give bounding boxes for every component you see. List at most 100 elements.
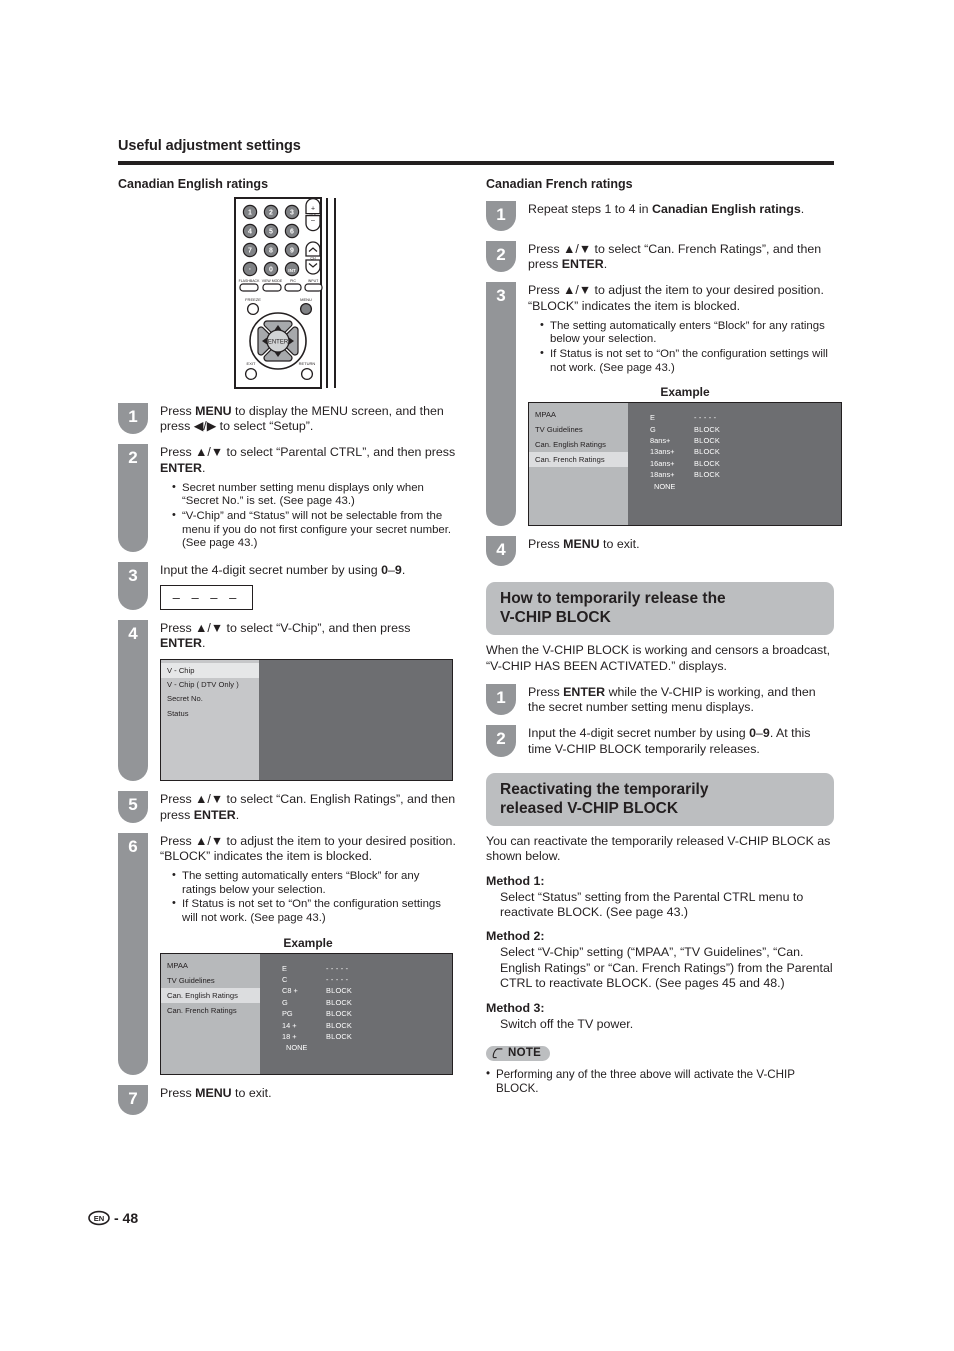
svg-text:INT: INT bbox=[288, 268, 296, 273]
category-item[interactable]: Can. French Ratings bbox=[161, 1003, 260, 1018]
svg-text:EXIT: EXIT bbox=[247, 361, 256, 366]
menu-item[interactable]: Status bbox=[161, 706, 259, 720]
step-number-badge: 3 bbox=[118, 561, 148, 610]
rating-row[interactable]: 14 + BLOCK bbox=[282, 1020, 452, 1031]
rating-row[interactable]: 18ans+ BLOCK bbox=[650, 469, 841, 480]
rating-row[interactable]: NONE bbox=[650, 481, 841, 492]
bullet-item: If Status is not set to “On” the configu… bbox=[540, 347, 842, 375]
release-title-line2: V-CHIP BLOCK bbox=[500, 609, 611, 627]
bullet-item: “V-Chip” and “Status” will not be select… bbox=[172, 509, 456, 551]
svg-text:VIEW MODE: VIEW MODE bbox=[262, 279, 283, 283]
release-intro-text: When the V-CHIP BLOCK is working and cen… bbox=[486, 643, 831, 673]
rating-row[interactable]: 13ans+ BLOCK bbox=[650, 446, 841, 457]
page-footer: EN - 48 bbox=[88, 1210, 138, 1226]
ratings-category-list: MPAA TV Guidelines Can. English Ratings Can… bbox=[529, 403, 628, 526]
step-body: Press ▲/▼ to select “Can. French Ratings… bbox=[516, 241, 834, 272]
rating-row[interactable]: 16ans+ BLOCK bbox=[650, 458, 841, 469]
method-3-body: Switch off the TV power. bbox=[500, 1016, 634, 1031]
svg-text:INPUT: INPUT bbox=[308, 279, 319, 283]
method-1-body: Select “Status” setting from the Parenta… bbox=[500, 889, 804, 920]
secret-number-input[interactable]: – – – – bbox=[160, 584, 253, 610]
rating-name: E bbox=[282, 963, 287, 973]
category-item[interactable]: TV Guidelines bbox=[529, 422, 628, 437]
rating-row[interactable]: PG BLOCK bbox=[282, 1008, 452, 1019]
rating-name: 18 + bbox=[282, 1032, 297, 1042]
step-body: Press ▲/▼ to adjust the item to your des… bbox=[148, 833, 456, 1075]
ratings-category-list: MPAA TV Guidelines Can. English Ratings Can… bbox=[161, 953, 260, 1074]
rating-name: NONE bbox=[286, 1043, 308, 1053]
rating-row[interactable]: E- - - - - bbox=[650, 412, 841, 423]
rating-value: BLOCK bbox=[694, 447, 721, 457]
category-item[interactable]: TV Guidelines bbox=[161, 973, 260, 988]
step-number-badge: 6 bbox=[118, 832, 148, 1075]
bullet-item: The setting automatically enters “Block”… bbox=[172, 869, 456, 897]
step-instruction: Press MENU to exit. bbox=[528, 537, 640, 552]
category-item[interactable]: Can. French Ratings bbox=[529, 452, 628, 468]
menu-item[interactable]: V - Chip bbox=[161, 663, 259, 678]
pencil-icon bbox=[492, 1047, 503, 1058]
step-number-badge: 2 bbox=[118, 444, 148, 552]
step-instruction: Repeat steps 1 to 4 in Canadian English … bbox=[528, 202, 805, 216]
menu-item[interactable]: Secret No. bbox=[161, 692, 259, 706]
category-item[interactable]: Can. English Ratings bbox=[161, 987, 260, 1003]
svg-text:FLASHBACK: FLASHBACK bbox=[239, 279, 260, 283]
step-number-badge: 1 bbox=[486, 201, 516, 231]
rating-row[interactable]: G BLOCK bbox=[650, 424, 841, 435]
rating-row[interactable]: NONE bbox=[282, 1042, 452, 1053]
method-3-heading: Method 3: bbox=[486, 1000, 545, 1015]
step-body: Press ▲/▼ to select “Parental CTRL”, and… bbox=[148, 444, 456, 551]
bullet-item: Performing any of the three above will a… bbox=[486, 1067, 834, 1096]
rating-row[interactable]: 18 + BLOCK bbox=[282, 1031, 452, 1042]
rating-value bbox=[326, 1042, 386, 1053]
svg-text:MENU: MENU bbox=[300, 297, 312, 302]
rating-value: - - - - - bbox=[326, 974, 349, 984]
category-item[interactable]: MPAA bbox=[161, 958, 260, 973]
rating-row[interactable]: C- - - - - bbox=[282, 974, 452, 985]
page-title: Useful adjustment settings bbox=[118, 138, 301, 154]
rating-value: - - - - - bbox=[326, 963, 349, 973]
svg-text:8: 8 bbox=[269, 248, 273, 255]
svg-text:EN: EN bbox=[94, 1214, 105, 1223]
svg-text:ENTER: ENTER bbox=[268, 340, 289, 346]
step-body: Input the 4-digit secret number by using… bbox=[148, 562, 456, 610]
remote-control-svg: 123 456 789 · 0 INT + – VOL CH FLASHBACK… bbox=[234, 197, 336, 389]
release-step-1: 1 Press ENTER while the V-CHIP is workin… bbox=[486, 684, 834, 716]
step-instruction: Input the 4-digit secret number by using… bbox=[528, 726, 811, 756]
step-body: Press MENU to exit. bbox=[148, 1085, 456, 1101]
reactivate-title-line2: released V-CHIP BLOCK bbox=[500, 799, 679, 817]
left-column: Canadian English ratings 1 2 3 4 5 6 7 8… bbox=[118, 177, 456, 1115]
right-column-heading: Canadian French ratings bbox=[486, 177, 633, 191]
rating-name: G bbox=[650, 424, 656, 434]
rating-name: G bbox=[282, 997, 288, 1007]
right-column: Canadian French ratings 1 Repeat steps 1… bbox=[486, 177, 842, 1115]
reactivate-intro-text: You can reactivate the temporarily relea… bbox=[486, 833, 831, 864]
note-badge: NOTE bbox=[486, 1046, 551, 1062]
step-body: Press MENU to display the MENU screen, a… bbox=[148, 403, 456, 434]
title-rule bbox=[118, 161, 834, 165]
rating-row[interactable]: 8ans+ BLOCK bbox=[650, 435, 841, 446]
step-notes: The setting automatically enters “Block”… bbox=[160, 869, 456, 925]
svg-text:7: 7 bbox=[248, 248, 252, 255]
step-3: 3 Input the 4-digit secret number by usi… bbox=[118, 561, 456, 610]
menu-item[interactable]: V - Chip ( DTV Only ) bbox=[161, 678, 259, 692]
step-number-badge: 2 bbox=[486, 725, 516, 757]
french-step-3: 3 Press ▲/▼ to adjust the item to your d… bbox=[486, 282, 842, 527]
rating-name: NONE bbox=[654, 481, 676, 491]
step-number-badge: 2 bbox=[486, 241, 516, 273]
rating-name: 14 + bbox=[282, 1020, 297, 1030]
rating-row[interactable]: G BLOCK bbox=[282, 997, 452, 1008]
category-item[interactable]: MPAA bbox=[529, 407, 628, 422]
svg-text:RETURN: RETURN bbox=[299, 361, 316, 366]
category-item[interactable]: Can. English Ratings bbox=[529, 437, 628, 452]
rating-row[interactable]: C8 + BLOCK bbox=[282, 985, 452, 996]
rating-value: - - - - - bbox=[694, 413, 717, 423]
step-4: 4 Press ▲/▼ to select “V-Chip”, and then… bbox=[118, 619, 456, 782]
step-instruction: Press ▲/▼ to select “Can. English Rating… bbox=[160, 792, 456, 822]
ratings-values-panel: E - - - - - C - - - - - C8 + BLOCK G BLOCK PG BLO… bbox=[260, 953, 452, 1074]
rating-row[interactable]: E- - - - - bbox=[282, 963, 452, 974]
svg-text:6: 6 bbox=[290, 229, 294, 236]
step-body: Repeat steps 1 to 4 in Canadian English … bbox=[516, 201, 834, 217]
rating-name: C8 + bbox=[282, 986, 298, 996]
rating-value: BLOCK bbox=[694, 424, 721, 434]
bullet-item: If Status is not set to “On” the configu… bbox=[172, 897, 456, 925]
